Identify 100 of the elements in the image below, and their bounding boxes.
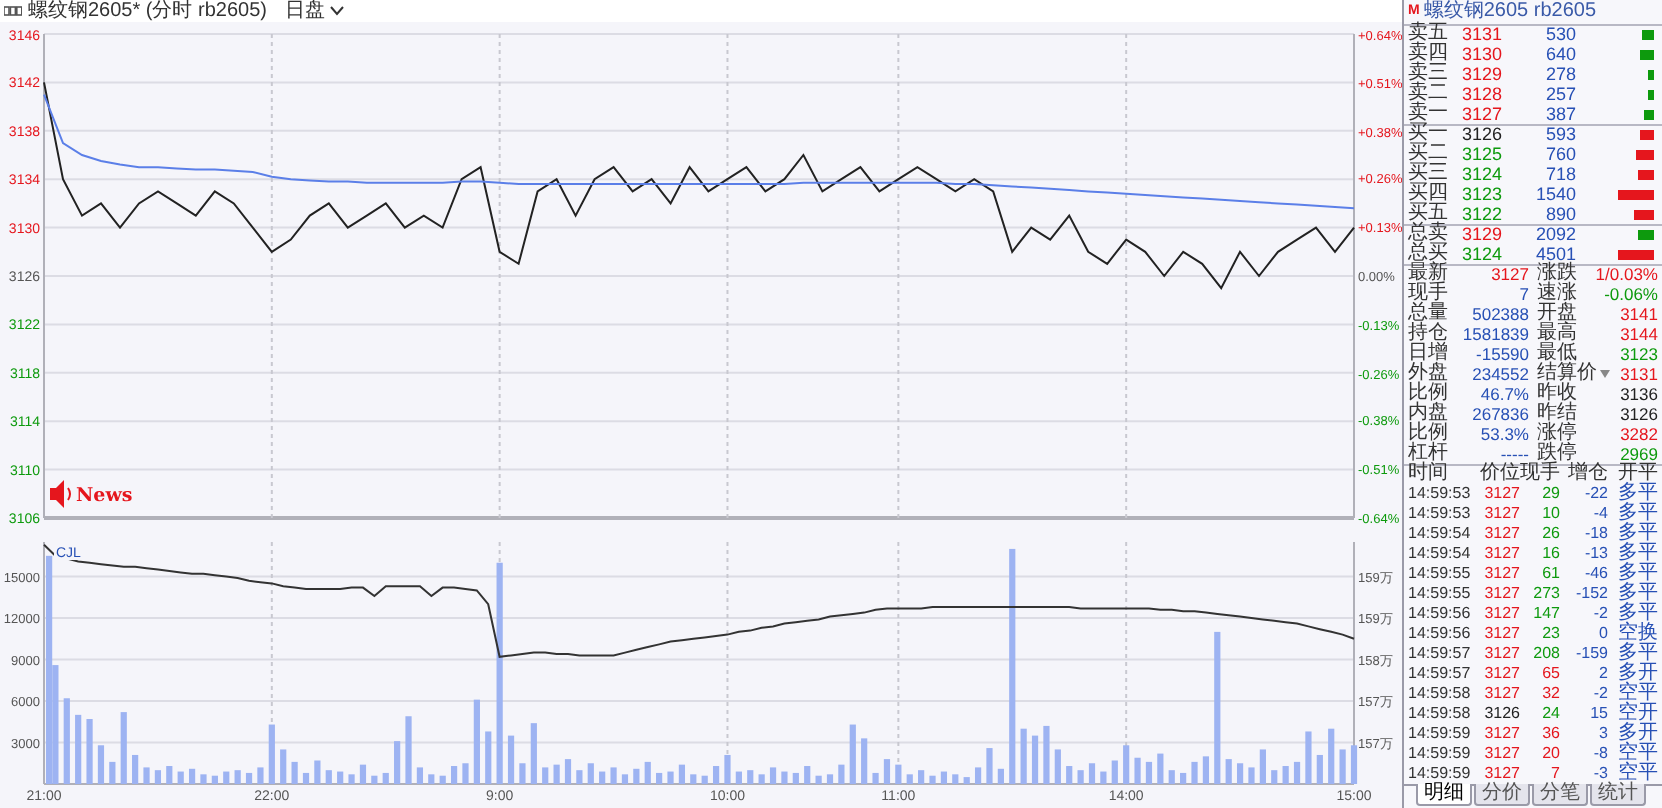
tick-price: 3127 [1482, 644, 1520, 664]
tick-time: 14:59:57 [1408, 664, 1473, 684]
book-label: 卖四 [1408, 44, 1450, 64]
tick-oi-change: 3 [1597, 724, 1608, 744]
volume-bar [200, 774, 207, 784]
tick-type: 多开 [1616, 664, 1658, 684]
session-dropdown[interactable]: 日盘 [285, 0, 343, 22]
stat-label: 最低 [1537, 344, 1577, 364]
volume-bar [1271, 770, 1278, 784]
volume-bar [1202, 756, 1209, 784]
volume-bar [644, 761, 651, 784]
volume-bar [1638, 169, 1654, 179]
stat-value: 1581839 [1462, 324, 1529, 344]
tick-type: 空平 [1618, 764, 1658, 784]
volume-bar [302, 772, 310, 784]
tick-price: 3127 [1482, 664, 1520, 684]
tick-type: 多平 [1616, 644, 1658, 664]
speaker-icon[interactable] [50, 480, 71, 508]
volume-bar [1618, 189, 1654, 199]
column-header: 开平 [1616, 464, 1658, 484]
tick-volume: 26 [1540, 524, 1560, 544]
tick-time: 14:59:58 [1408, 684, 1473, 704]
tick-oi-change: 15 [1588, 704, 1608, 724]
tick-oi-change: 2 [1597, 664, 1608, 684]
book-volume: 1540 [1533, 184, 1576, 204]
book-volume: 718 [1543, 164, 1576, 184]
tick-oi-change: -2 [1591, 604, 1608, 624]
volume-bar [1225, 759, 1232, 784]
tick-volume: 147 [1531, 604, 1560, 624]
tab[interactable]: 分价 [1474, 784, 1530, 806]
volume-bar [1305, 731, 1312, 784]
tick-time: 14:59:57 [1408, 644, 1473, 664]
tick-volume: 36 [1540, 724, 1560, 744]
tick-oi-change: -159 [1573, 644, 1608, 664]
tick-type: 多平 [1616, 504, 1658, 524]
chart-type-icon[interactable] [4, 6, 22, 16]
volume-bar [280, 749, 287, 784]
volume-bar [781, 771, 788, 784]
book-price: 3127 [1459, 104, 1505, 124]
volume-bar [986, 748, 993, 784]
volume-bar [1328, 728, 1335, 784]
tick-type: 多平 [1616, 524, 1658, 544]
stat-label: 持仓 [1408, 324, 1448, 344]
tick-price: 3127 [1482, 524, 1520, 544]
tick-oi-change: -18 [1582, 524, 1608, 544]
volume-bar [883, 759, 891, 784]
tick-price: 3127 [1482, 484, 1520, 504]
book-label: 卖五 [1408, 24, 1450, 44]
news-link[interactable]: News [76, 485, 133, 507]
tick-price: 3127 [1482, 564, 1520, 584]
volume-bar [1644, 109, 1654, 119]
volume-bar [564, 759, 572, 784]
volume-bar [428, 774, 435, 784]
tick-volume: 24 [1540, 704, 1560, 724]
volume-bar [1077, 770, 1084, 784]
stat-label: 结算价 [1537, 364, 1597, 384]
volume-bar [940, 771, 947, 784]
book-label: 买三 [1408, 164, 1450, 184]
volume-bar [519, 763, 526, 784]
stat-value: 7 [1519, 284, 1529, 304]
stat-label: 最高 [1537, 324, 1577, 344]
tab[interactable]: 统计 [1590, 784, 1646, 806]
tick-time: 14:59:59 [1408, 724, 1473, 744]
book-price: 3124 [1459, 164, 1505, 184]
tab[interactable]: 明细 [1416, 784, 1472, 806]
volume-bar [132, 754, 139, 784]
stat-value: 1/0.03% [1595, 264, 1658, 284]
volume-bar [530, 723, 537, 784]
tick-oi-change: -2 [1591, 684, 1608, 704]
column-header: 现手 [1520, 464, 1560, 484]
stat-value: 3141 [1620, 304, 1658, 324]
volume-bar [268, 724, 275, 784]
stat-value: 3136 [1620, 384, 1658, 404]
tick-oi-change: -46 [1582, 564, 1608, 584]
stat-value: 2969 [1620, 444, 1658, 464]
volume-bar [1648, 89, 1654, 99]
stat-value: 234552 [1472, 364, 1529, 384]
volume-bar [553, 764, 560, 784]
volume-bar [656, 772, 663, 784]
volume-bar [815, 775, 822, 784]
column-header: 时间 [1408, 464, 1450, 484]
book-volume: 760 [1543, 144, 1576, 164]
book-volume: 2092 [1533, 224, 1576, 244]
volume-bar [1134, 757, 1141, 784]
volume-bar [587, 763, 594, 784]
volume-bar [975, 767, 982, 784]
tab[interactable]: 分笔 [1532, 784, 1588, 806]
volume-bar [416, 767, 423, 784]
tick-volume: 10 [1540, 504, 1560, 524]
tick-time: 14:59:59 [1408, 744, 1473, 764]
tick-time: 14:59:56 [1408, 604, 1473, 624]
tick-time: 14:59:59 [1408, 764, 1473, 782]
volume-bar [838, 764, 845, 784]
volume-bar [599, 771, 606, 784]
book-label: 卖二 [1408, 84, 1450, 104]
stat-label: 跌停 [1537, 444, 1577, 464]
stat-label: 涨停 [1537, 424, 1577, 444]
caret-icon[interactable] [1599, 370, 1609, 378]
book-price: 3124 [1459, 244, 1505, 264]
volume-bar [610, 767, 617, 784]
